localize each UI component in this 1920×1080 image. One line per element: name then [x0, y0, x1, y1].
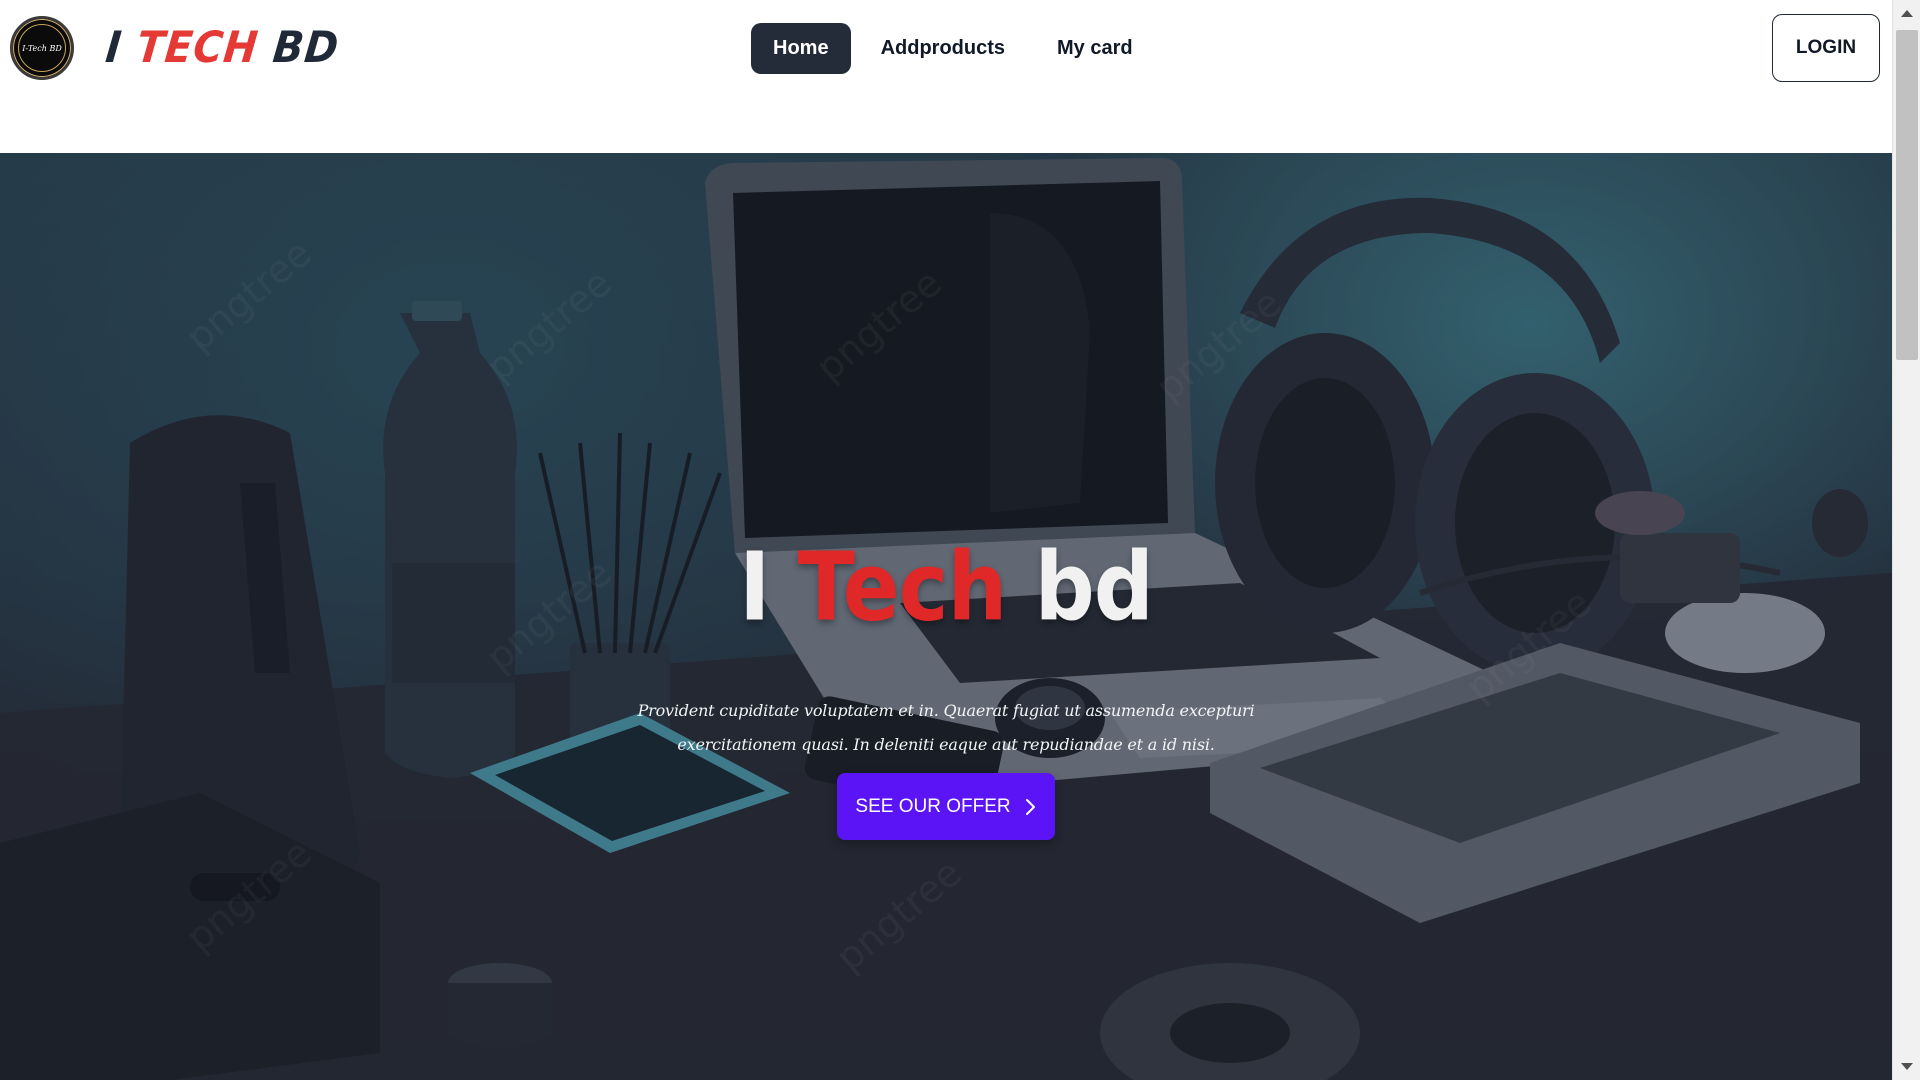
hero-title-part2: Tech [797, 532, 1008, 642]
brand[interactable]: I-Tech BD I TECH BD [10, 16, 342, 80]
hero-title: I Tech bd [0, 532, 1892, 642]
page: I-Tech BD I TECH BD Home Addproducts My … [0, 0, 1920, 1080]
hero-title-part1: I [739, 532, 798, 642]
hero-description: Provident cupiditate voluptatem et in. Q… [637, 701, 1255, 754]
hero-banner: pngtree pngtree pngtree pngtree pngtree … [0, 153, 1892, 1080]
logo-text: I-Tech BD [18, 24, 66, 72]
hero-title-part3: bd [1006, 532, 1154, 642]
login-button[interactable]: LOGIN [1772, 14, 1880, 82]
nav-my-card[interactable]: My card [1035, 23, 1155, 74]
brand-name-part3: BD [255, 23, 342, 73]
scroll-down-icon[interactable] [1901, 1063, 1913, 1070]
see-our-offer-label: SEE OUR OFFER [855, 795, 1011, 817]
nav-home[interactable]: Home [751, 23, 851, 74]
page-scrollbar[interactable] [1892, 0, 1920, 1080]
see-our-offer-button[interactable]: SEE OUR OFFER [837, 773, 1055, 840]
logo: I-Tech BD [10, 16, 74, 80]
hero-content: I Tech bd Provident cupiditate voluptate… [0, 153, 1892, 1080]
main-nav: Home Addproducts My card [751, 23, 1155, 74]
chevron-right-icon [1025, 798, 1035, 815]
scroll-up-icon[interactable] [1901, 10, 1913, 17]
navbar: I-Tech BD I TECH BD Home Addproducts My … [0, 0, 1892, 153]
scroll-thumb[interactable] [1896, 30, 1918, 360]
brand-name-part2: TECH [134, 23, 261, 73]
brand-name: I TECH BD [103, 23, 341, 73]
nav-addproducts[interactable]: Addproducts [859, 23, 1027, 74]
